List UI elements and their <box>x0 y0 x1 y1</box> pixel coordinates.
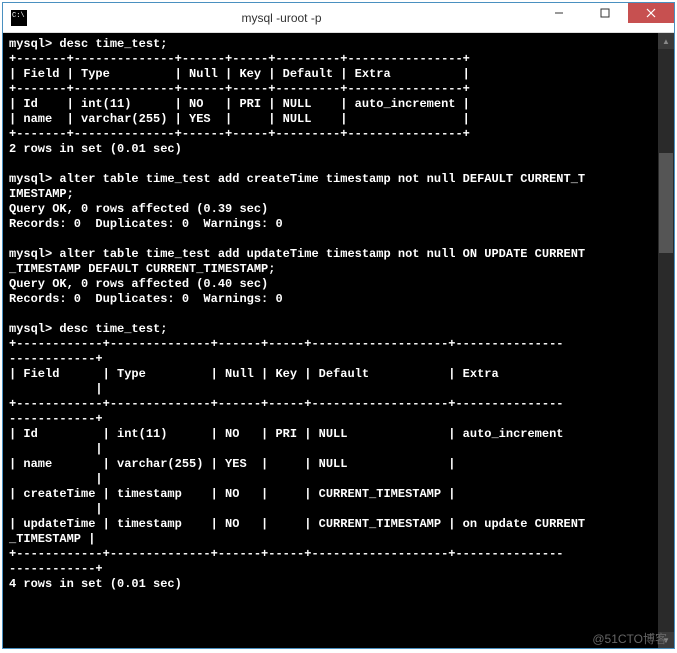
window-controls <box>536 3 674 32</box>
window-title: mysql -uroot -p <box>27 11 536 25</box>
terminal-line: +------------+--------------+------+----… <box>9 397 564 411</box>
terminal-line: Query OK, 0 rows affected (0.39 sec) <box>9 202 268 216</box>
terminal-line: | updateTime | timestamp | NO | | CURREN… <box>9 517 585 531</box>
terminal-line: 4 rows in set (0.01 sec) <box>9 577 182 591</box>
cmd-icon <box>11 10 27 26</box>
terminal-line: 2 rows in set (0.01 sec) <box>9 142 182 156</box>
terminal-output[interactable]: mysql> desc time_test; +-------+--------… <box>3 33 658 648</box>
terminal-line: ------------+ <box>9 562 103 576</box>
terminal-line: | <box>9 502 103 516</box>
close-button[interactable] <box>628 3 674 23</box>
terminal-line: +-------+--------------+------+-----+---… <box>9 127 470 141</box>
terminal-line: | Id | int(11) | NO | PRI | NULL | auto_… <box>9 427 564 441</box>
terminal-line: Records: 0 Duplicates: 0 Warnings: 0 <box>9 217 283 231</box>
terminal-line: | Id | int(11) | NO | PRI | NULL | auto_… <box>9 97 470 111</box>
terminal-line: +------------+--------------+------+----… <box>9 337 564 351</box>
terminal-line: +-------+--------------+------+-----+---… <box>9 52 470 66</box>
terminal-line: | name | varchar(255) | YES | | NULL | <box>9 457 455 471</box>
terminal-line: mysql> alter table time_test add updateT… <box>9 247 585 261</box>
minimize-button[interactable] <box>536 3 582 23</box>
maximize-button[interactable] <box>582 3 628 23</box>
scroll-thumb[interactable] <box>659 153 673 253</box>
terminal-line: +------------+--------------+------+----… <box>9 547 564 561</box>
terminal-line: _TIMESTAMP DEFAULT CURRENT_TIMESTAMP; <box>9 262 275 276</box>
terminal-line: | <box>9 442 103 456</box>
terminal-line: ------------+ <box>9 352 103 366</box>
terminal-line: | Field | Type | Null | Key | Default | … <box>9 367 499 381</box>
scroll-up-icon[interactable]: ▲ <box>658 33 674 49</box>
terminal-line: Records: 0 Duplicates: 0 Warnings: 0 <box>9 292 283 306</box>
terminal-line: _TIMESTAMP | <box>9 532 95 546</box>
scrollbar[interactable]: ▲ ▼ <box>658 33 674 648</box>
terminal-window: mysql -uroot -p mysql> desc time_test; +… <box>2 2 675 649</box>
titlebar[interactable]: mysql -uroot -p <box>3 3 674 33</box>
terminal-line: mysql> desc time_test; <box>9 322 167 336</box>
watermark: @51CTO博客 <box>592 630 667 647</box>
terminal-line: | createTime | timestamp | NO | | CURREN… <box>9 487 455 501</box>
terminal-line: IMESTAMP; <box>9 187 74 201</box>
terminal-line: | <box>9 472 103 486</box>
terminal-line: | Field | Type | Null | Key | Default | … <box>9 67 470 81</box>
terminal-line: +-------+--------------+------+-----+---… <box>9 82 470 96</box>
terminal-line: | name | varchar(255) | YES | | NULL | | <box>9 112 470 126</box>
terminal-line: mysql> alter table time_test add createT… <box>9 172 585 186</box>
terminal-line: Query OK, 0 rows affected (0.40 sec) <box>9 277 268 291</box>
terminal-area: mysql> desc time_test; +-------+--------… <box>3 33 674 648</box>
terminal-line: mysql> desc time_test; <box>9 37 167 51</box>
terminal-line: | <box>9 382 103 396</box>
terminal-line: ------------+ <box>9 412 103 426</box>
